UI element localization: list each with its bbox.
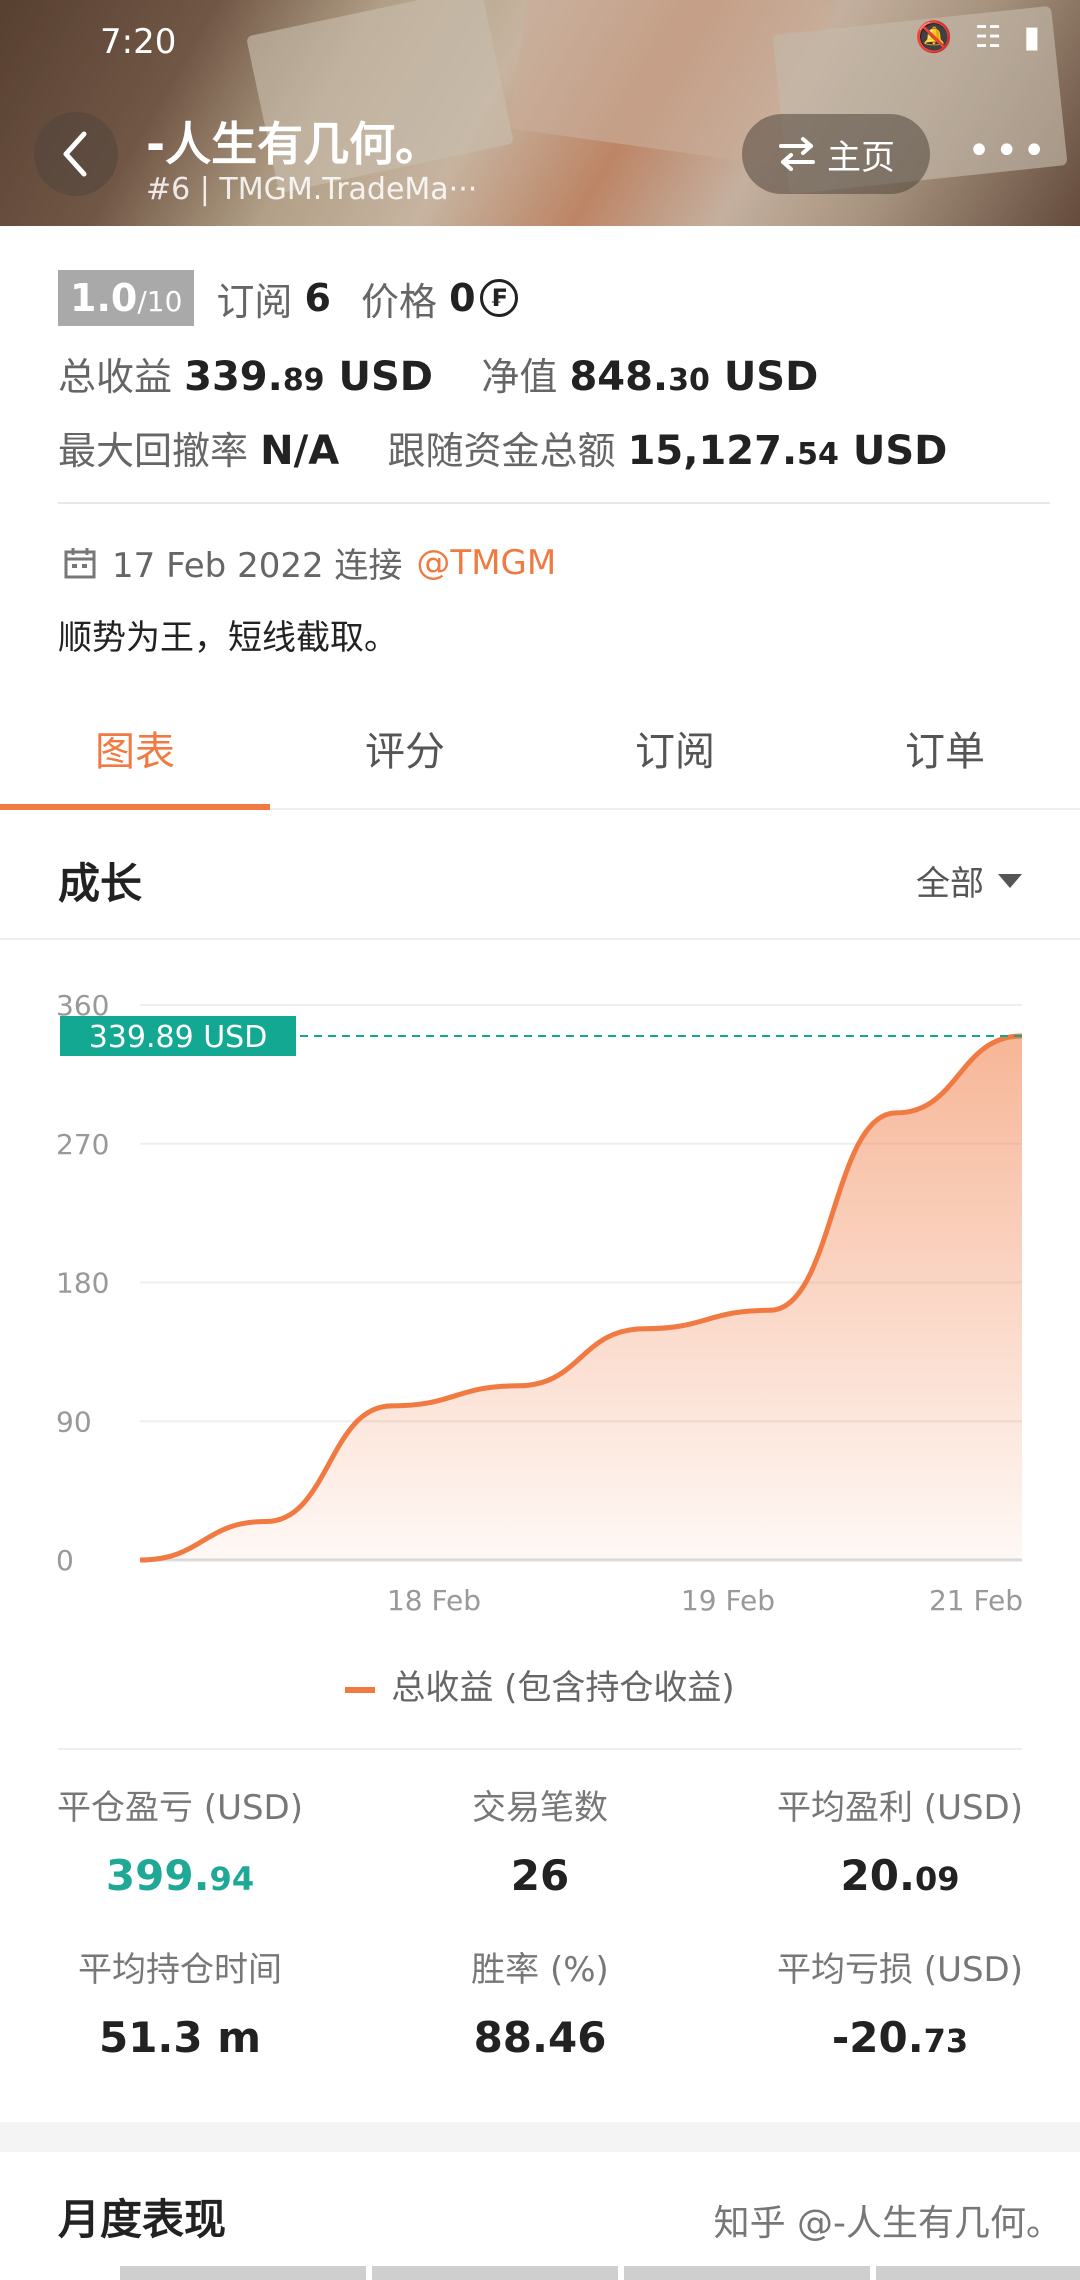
stat-value: 88.46 [473, 2013, 607, 2062]
equity-label: 净值 [481, 355, 558, 399]
growth-header: 成长 全部 [0, 812, 1080, 940]
more-button[interactable]: ••• [967, 128, 1050, 174]
stat-value: 51.3 m [98, 2013, 261, 2062]
tab-chart[interactable]: 图表 [0, 700, 270, 810]
connect-date: 17 Feb 2022 连接 [112, 546, 403, 586]
back-button[interactable] [34, 112, 118, 196]
growth-title: 成长 [58, 859, 143, 908]
bell-off-icon: 🔕 [915, 20, 953, 55]
y-tick-label: 180 [56, 1267, 109, 1300]
score-max: /10 [137, 285, 183, 318]
tab-bar: 图表 评分 订阅 订单 [0, 700, 1080, 810]
total-profit-value: 339.89 USD [184, 354, 433, 400]
swap-icon [779, 137, 815, 171]
drawdown-label: 最大回撤率 [58, 429, 249, 473]
calendar-icon [64, 547, 96, 578]
stat-cell: 平均亏损 (USD) -20.73 [720, 1942, 1080, 2062]
wifi-icon: ☷ [974, 20, 1002, 55]
monthly-bars [120, 2266, 1080, 2280]
score-badge: 1.0/10 [58, 270, 195, 326]
home-button[interactable]: 主页 [742, 114, 930, 194]
stat-value: 399.94 [105, 1851, 255, 1900]
follow-funds-label: 跟随资金总额 [387, 429, 616, 473]
y-tick-label: 90 [56, 1405, 92, 1438]
stat-cell: 平均持仓时间 51.3 m [0, 1942, 360, 2062]
y-tick-label: 270 [56, 1128, 109, 1161]
drawdown-value: N/A [260, 428, 340, 474]
stat-label: 平均持仓时间 [78, 1950, 282, 1990]
status-time: 7:20 [100, 22, 177, 62]
divider [58, 1748, 1022, 1750]
y-tick-label: 0 [56, 1544, 74, 1577]
status-icons: 🔕 ☷ ▮ [915, 20, 1040, 55]
info-row-score: 1.0/10 订阅 6 价格 0 ₣ [58, 270, 518, 326]
chevron-left-icon [63, 131, 87, 177]
stat-label: 平均盈利 (USD) [777, 1788, 1023, 1828]
range-filter-dropdown[interactable]: 全部 [916, 856, 1022, 905]
stat-value: 26 [510, 1851, 570, 1900]
monthly-title: 月度表现 [58, 2195, 227, 2244]
total-profit-label: 总收益 [58, 355, 173, 399]
x-tick-label: 18 Feb [387, 1584, 481, 1617]
info-row-profit: 总收益 339.89 USD 净值 848.30 USD [58, 346, 818, 401]
caret-down-icon [998, 873, 1022, 888]
stat-cell: 交易笔数 26 [360, 1780, 720, 1900]
x-tick-label: 19 Feb [681, 1584, 775, 1617]
stat-cell: 平均盈利 (USD) 20.09 [720, 1780, 1080, 1900]
stat-label: 平均亏损 (USD) [777, 1950, 1023, 1990]
month-bar [624, 2266, 870, 2280]
stat-value: 20.09 [840, 1851, 960, 1900]
battery-icon: ▮ [1023, 20, 1040, 55]
equity-value: 848.30 USD [569, 354, 819, 400]
range-filter-label: 全部 [916, 864, 984, 904]
month-bar [372, 2266, 618, 2280]
watermark: 知乎 @-人生有几何。 [713, 2203, 1062, 2244]
header-banner: 7:20 🔕 ☷ ▮ -人生有几何。 #6 | TMGM.TradeMa··· … [0, 0, 1080, 226]
stat-label: 胜率 (%) [471, 1950, 609, 1990]
x-tick-label: 21 Feb [929, 1584, 1023, 1617]
connect-row: 17 Feb 2022 连接 @TMGM [62, 538, 556, 587]
price-label: 价格 [360, 279, 437, 324]
legend-swatch [345, 1686, 376, 1693]
month-bar [120, 2266, 366, 2280]
last-value-label: 339.89 USD [89, 1020, 268, 1055]
info-row-drawdown: 最大回撤率 N/A 跟随资金总额 15,127.54 USD [58, 420, 947, 475]
page-subtitle: #6 | TMGM.TradeMa··· [146, 172, 478, 207]
stat-label: 交易笔数 [472, 1788, 608, 1828]
home-label: 主页 [827, 137, 895, 178]
tab-rating[interactable]: 评分 [270, 700, 540, 808]
signal-motto: 顺势为王，短线截取。 [58, 618, 398, 658]
tab-orders[interactable]: 订单 [810, 700, 1080, 808]
growth-chart-svg: 090180270360 339.89 USD 18 Feb 19 Feb 21 F… [56, 989, 1023, 1617]
growth-chart: 0 90 180 270 360 339.89 USD 18 Feb 19 Feb 21 F… [0, 960, 1080, 1740]
follow-funds-value: 15,127.54 USD [627, 428, 948, 474]
month-bar [876, 2266, 1080, 2280]
page-title: -人生有几何。 [146, 117, 442, 171]
score-value: 1.0 [70, 276, 138, 320]
divider [58, 502, 1050, 504]
stat-cell: 平仓盈亏 (USD) 399.94 [0, 1780, 360, 1900]
currency-icon: ₣ [479, 279, 518, 317]
price-value: 0 [449, 276, 476, 320]
stat-label: 平仓盈亏 (USD) [57, 1788, 303, 1828]
section-gap [0, 2122, 1080, 2152]
broker-link[interactable]: @TMGM [416, 543, 556, 583]
legend-label: 总收益 (包含持仓收益) [391, 1668, 735, 1708]
stat-cell: 胜率 (%) 88.46 [360, 1942, 720, 2062]
subscribe-label: 订阅 [216, 279, 293, 324]
stat-value: -20.73 [831, 2013, 969, 2062]
subscribe-count: 6 [304, 276, 331, 320]
tab-subscription[interactable]: 订阅 [540, 700, 810, 808]
chart-legend: 总收益 (包含持仓收益) [0, 1660, 1080, 1709]
